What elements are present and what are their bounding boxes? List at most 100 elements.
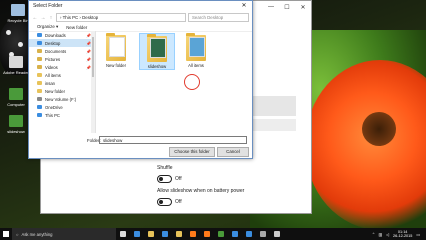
search-icon: ○ xyxy=(16,231,19,237)
taskbar-media-player-icon[interactable] xyxy=(200,228,214,240)
nav-item-label: Downloads xyxy=(45,32,66,38)
select-folder-dialog: Select Folder ✕ ← → ↑ › This PC › Deskto… xyxy=(28,0,253,159)
maximize-button[interactable]: ☐ xyxy=(279,4,295,11)
dialog-close-button[interactable]: ✕ xyxy=(236,1,252,12)
wallpaper-dot xyxy=(6,30,11,35)
wallpaper-dot xyxy=(18,42,23,47)
slideshow-icon xyxy=(9,115,23,127)
cortana-search-text: Ask me anything xyxy=(21,231,53,237)
desktop-icon-adobe-reader[interactable]: Adobe Reader xyxy=(2,56,30,75)
folder-item-label: slideshow xyxy=(147,64,167,69)
shuffle-toggle[interactable] xyxy=(157,175,172,183)
folder-icon xyxy=(106,33,126,61)
file-view: New folder slideshow All items xyxy=(99,33,249,131)
folder-icon xyxy=(37,113,42,117)
notifications-icon[interactable]: ▭ xyxy=(416,232,420,237)
nav-item-all-items[interactable]: All items xyxy=(29,71,95,79)
network-icon[interactable]: ▥ xyxy=(378,232,382,237)
adobe-reader-icon xyxy=(9,56,23,68)
nav-item-label: Documents xyxy=(45,48,67,54)
folder-item-slideshow[interactable]: slideshow xyxy=(139,33,175,70)
cortana-search-box[interactable]: ○ Ask me anything xyxy=(12,228,116,240)
taskbar-skype-icon[interactable] xyxy=(242,228,256,240)
close-button[interactable]: ✕ xyxy=(295,4,311,11)
taskbar-app-gray-icon[interactable] xyxy=(256,228,270,240)
organize-menu[interactable]: Organize ▾ xyxy=(37,24,58,30)
wallpaper-flower-center xyxy=(362,112,396,146)
desktop-icon-slideshow[interactable]: slideshow xyxy=(2,115,30,134)
choose-folder-button[interactable]: Choose this folder xyxy=(169,147,215,157)
nav-item-label: This PC xyxy=(45,112,60,118)
tray-chevron-icon[interactable]: ^ xyxy=(373,232,375,236)
folder-icon xyxy=(37,41,42,45)
search-placeholder: Search Desktop xyxy=(192,15,224,20)
taskbar-chrome-icon[interactable] xyxy=(172,228,186,240)
desktop-icon-computer[interactable]: Computer xyxy=(2,88,30,107)
system-tray: ^ ▥ ◁ 01:14 26-12-2015 ▭ xyxy=(373,230,426,239)
new-folder-button[interactable]: New folder xyxy=(66,25,87,30)
nav-item-pictures[interactable]: Pictures 📌 xyxy=(29,55,95,63)
nav-item-this-pc[interactable]: This PC xyxy=(29,111,95,119)
computer-icon xyxy=(9,88,23,100)
taskbar-task-view-icon[interactable] xyxy=(116,228,130,240)
nav-item-new-volume-f[interactable]: New Volume (F:) xyxy=(29,95,95,103)
nav-item-label: New folder xyxy=(45,88,66,94)
search-input[interactable]: Search Desktop xyxy=(188,13,249,22)
folder-icon xyxy=(37,89,42,93)
nav-item-downloads[interactable]: Downloads 📌 xyxy=(29,31,95,39)
taskbar-edge-icon[interactable] xyxy=(130,228,144,240)
nav-scrollbar[interactable] xyxy=(91,31,95,133)
address-text: › This PC › Desktop xyxy=(60,15,99,20)
taskbar-settings-icon[interactable] xyxy=(270,228,284,240)
nav-item-label: Videos xyxy=(45,64,58,70)
folder-icon xyxy=(37,81,42,85)
nav-item-onedrive[interactable]: OneDrive xyxy=(29,103,95,111)
nav-item-insan[interactable]: insan xyxy=(29,79,95,87)
address-bar[interactable]: › This PC › Desktop xyxy=(56,13,186,22)
cancel-button[interactable]: Cancel xyxy=(217,147,249,157)
minimize-button[interactable]: — xyxy=(263,4,279,10)
address-row: ← → ↑ › This PC › Desktop Search Desktop xyxy=(29,12,252,23)
nav-item-label: OneDrive xyxy=(45,104,63,110)
nav-item-label: Desktop xyxy=(45,40,61,46)
nav-item-documents[interactable]: Documents 📌 xyxy=(29,47,95,55)
start-button[interactable] xyxy=(0,228,12,240)
shuffle-state: Off xyxy=(175,176,182,182)
nav-item-desktop[interactable]: Desktop 📌 xyxy=(29,39,95,47)
folder-item-label: New folder xyxy=(105,63,126,68)
navigation-pane: Downloads 📌 Desktop 📌 Documents 📌 Pictures 📌 Vid… xyxy=(29,31,96,133)
recycle-bin-icon xyxy=(11,4,25,16)
taskbar-file-explorer-icon[interactable] xyxy=(144,228,158,240)
folder-icon xyxy=(37,73,42,77)
folder-icon xyxy=(37,97,42,101)
folder-item-label: All items xyxy=(188,63,204,68)
taskbar: ○ Ask me anything ^ ▥ ◁ 01:14 26-12-2015… xyxy=(0,228,426,240)
folder-field[interactable]: slideshow xyxy=(99,136,247,144)
folder-icon xyxy=(37,57,42,61)
folder-icon xyxy=(37,105,42,109)
nav-item-label: Pictures xyxy=(45,56,61,62)
battery-label: Allow slideshow when on battery power xyxy=(157,188,245,194)
dialog-title: Select Folder xyxy=(33,3,63,9)
folder-field-value: slideshow xyxy=(103,138,123,143)
nav-item-videos[interactable]: Videos 📌 xyxy=(29,63,95,71)
battery-toggle[interactable] xyxy=(157,198,172,206)
up-arrow-icon[interactable]: ↑ xyxy=(48,15,54,21)
taskbar-store-icon[interactable] xyxy=(158,228,172,240)
folder-item-all-items[interactable]: All items xyxy=(179,33,213,68)
nav-item-new-folder[interactable]: New folder xyxy=(29,87,95,95)
volume-icon[interactable]: ◁ xyxy=(386,232,389,237)
folder-icon xyxy=(147,34,167,62)
taskbar-apps xyxy=(116,228,284,240)
nav-scrollbar-thumb[interactable] xyxy=(92,37,94,77)
taskbar-mail-icon[interactable] xyxy=(228,228,242,240)
taskbar-clock[interactable]: 01:14 26-12-2015 xyxy=(393,230,412,239)
folder-item-new-folder[interactable]: New folder xyxy=(99,33,133,68)
dialog-titlebar: Select Folder ✕ xyxy=(29,1,252,12)
taskbar-firefox-icon[interactable] xyxy=(186,228,200,240)
taskbar-photos-icon[interactable] xyxy=(214,228,228,240)
forward-arrow-icon[interactable]: → xyxy=(40,15,46,21)
folder-icon xyxy=(186,33,206,61)
back-arrow-icon[interactable]: ← xyxy=(32,15,38,21)
folder-icon xyxy=(37,49,42,53)
